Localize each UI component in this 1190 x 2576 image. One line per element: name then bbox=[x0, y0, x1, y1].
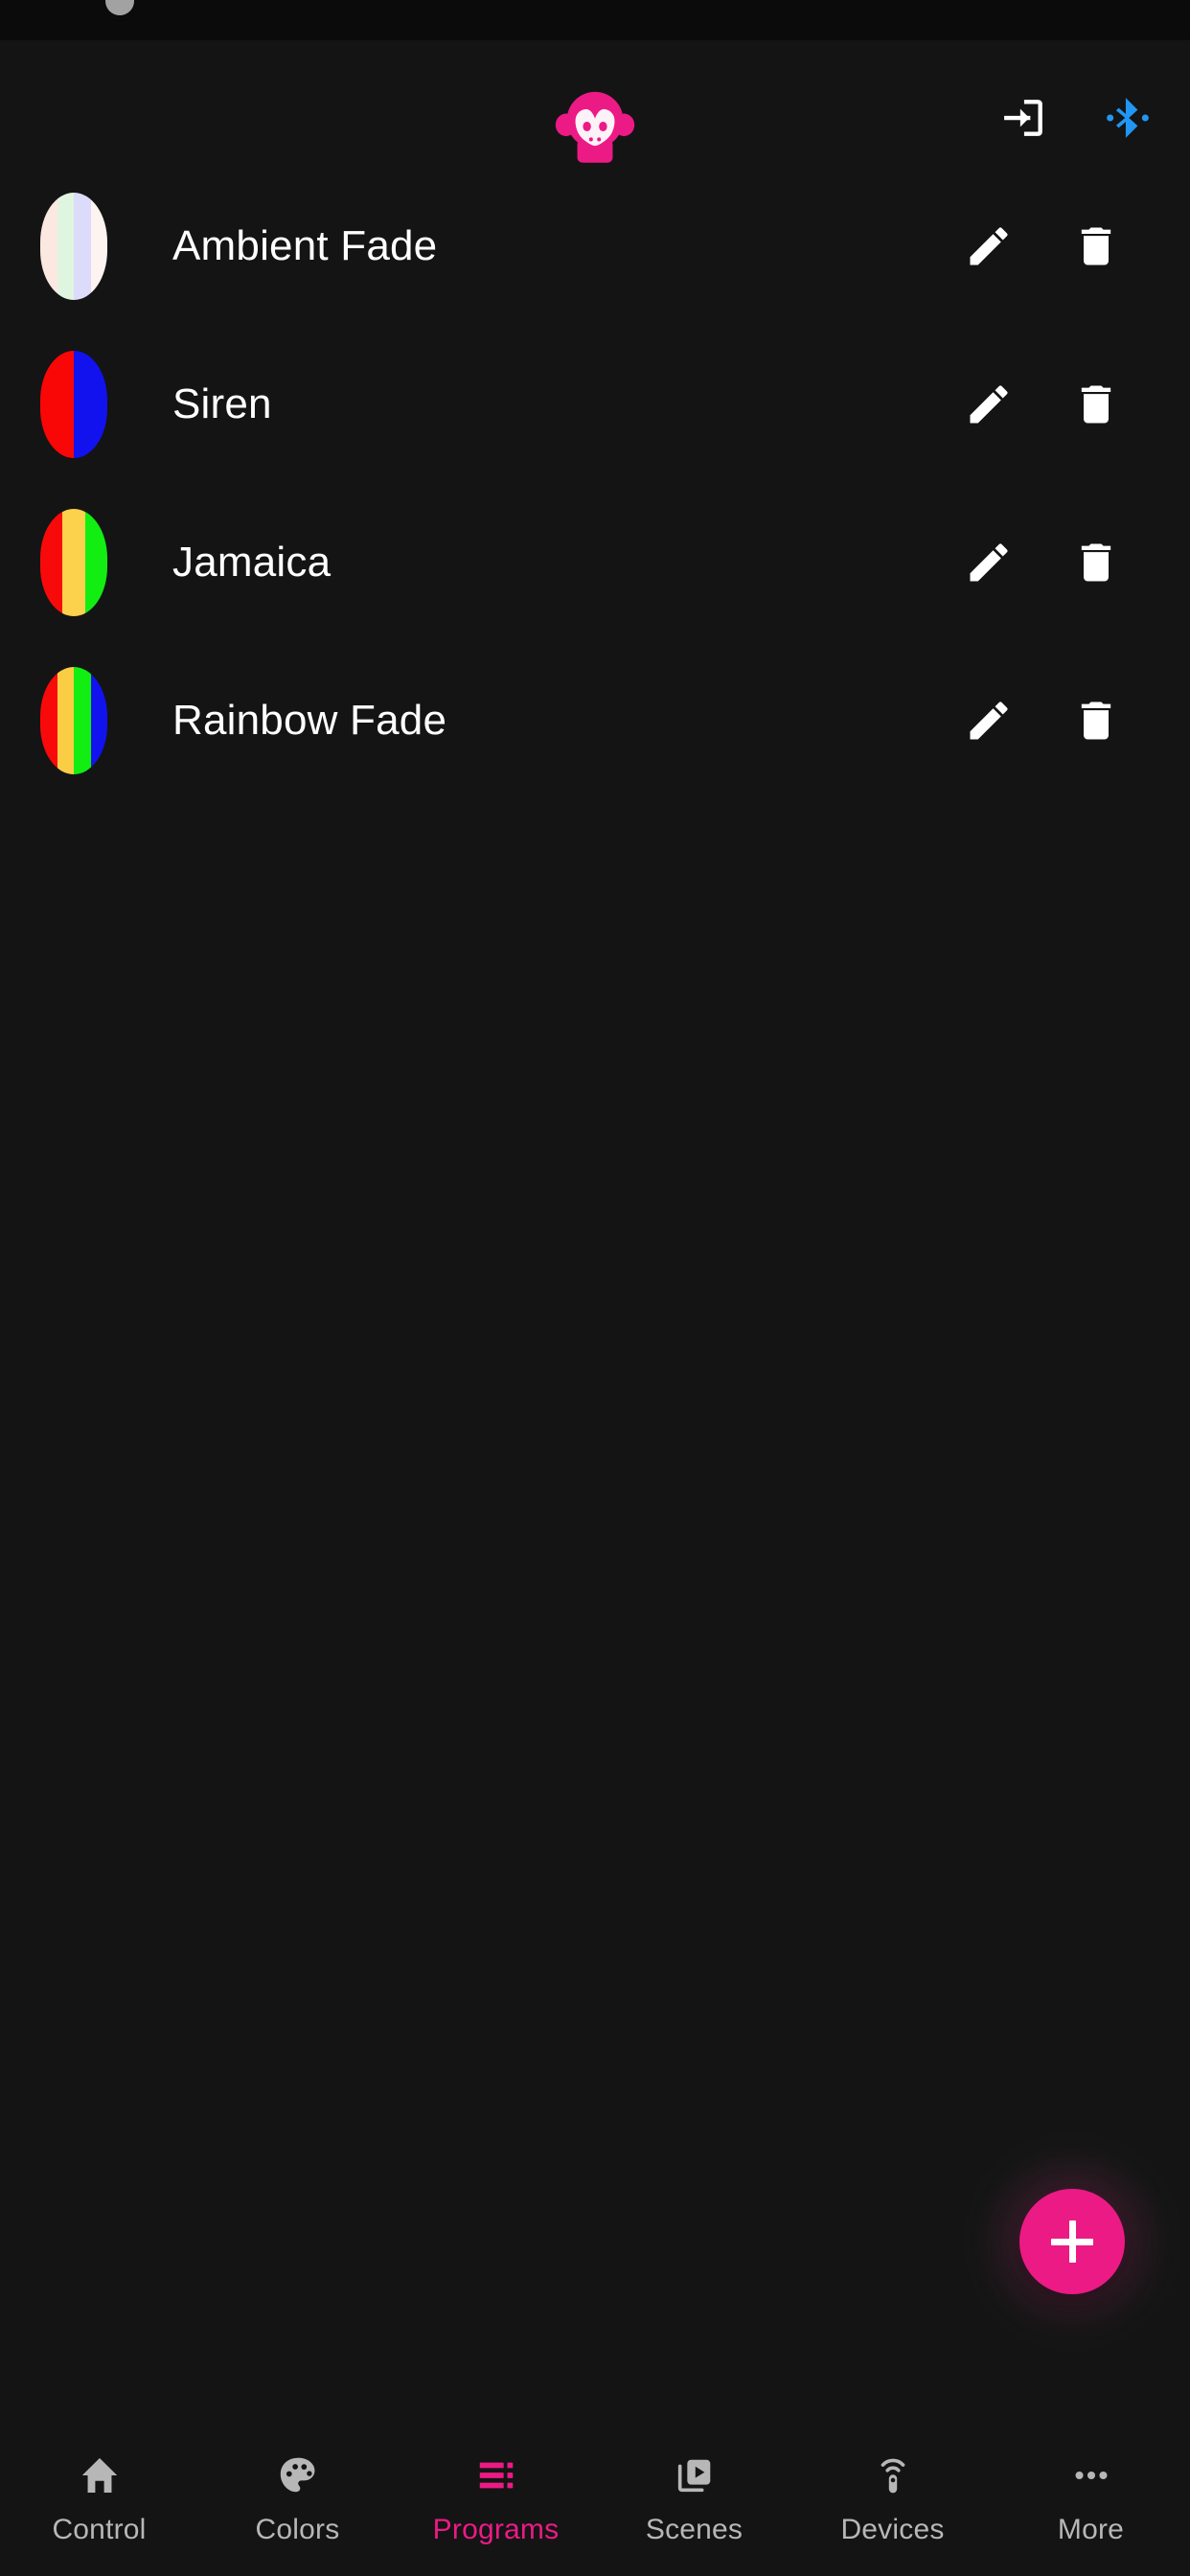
app-root: Ambient Fade Siren Jamaica Rainbow Fade … bbox=[0, 0, 1190, 2576]
nav-label: Control bbox=[52, 2514, 147, 2545]
nav-item-scenes[interactable]: Scenes bbox=[595, 2450, 793, 2546]
program-name: Siren bbox=[172, 380, 272, 427]
program-color-swatch bbox=[40, 508, 107, 616]
pencil-icon[interactable] bbox=[945, 677, 1033, 765]
swatch-stripe bbox=[62, 508, 85, 616]
nav-label: Programs bbox=[432, 2514, 560, 2545]
app-bar-actions bbox=[995, 88, 1157, 148]
trash-icon[interactable] bbox=[1052, 202, 1140, 290]
swatch-stripe bbox=[74, 666, 91, 774]
trash-icon[interactable] bbox=[1052, 677, 1140, 765]
swatch-stripe bbox=[40, 192, 57, 300]
nav-item-programs[interactable]: Programs bbox=[397, 2450, 595, 2546]
trash-icon[interactable] bbox=[1052, 360, 1140, 448]
swatch-stripe bbox=[84, 508, 107, 616]
program-color-swatch bbox=[40, 192, 107, 300]
swatch-stripe bbox=[90, 666, 107, 774]
program-name: Jamaica bbox=[172, 538, 332, 586]
swatch-stripe bbox=[40, 666, 57, 774]
swatch-stripe bbox=[90, 192, 107, 300]
add-program-fab[interactable] bbox=[1019, 2189, 1125, 2294]
nav-item-colors[interactable]: Colors bbox=[198, 2450, 397, 2546]
home-icon bbox=[78, 2450, 122, 2500]
camera-notch-icon bbox=[105, 0, 134, 15]
program-row[interactable]: Rainbow Fade bbox=[0, 641, 1190, 799]
program-name: Rainbow Fade bbox=[172, 696, 447, 744]
login-icon[interactable] bbox=[995, 88, 1054, 148]
program-row[interactable]: Siren bbox=[0, 325, 1190, 483]
pencil-icon[interactable] bbox=[945, 360, 1033, 448]
palette-icon bbox=[276, 2450, 320, 2500]
remote-icon bbox=[871, 2450, 915, 2500]
swatch-stripe bbox=[74, 350, 107, 458]
list-icon bbox=[474, 2450, 518, 2500]
nav-label: Devices bbox=[840, 2514, 945, 2545]
slideshow-icon bbox=[673, 2450, 717, 2500]
pencil-icon[interactable] bbox=[945, 518, 1033, 607]
nav-label: More bbox=[1057, 2514, 1125, 2545]
nav-item-more[interactable]: More bbox=[992, 2450, 1190, 2546]
program-row[interactable]: Ambient Fade bbox=[0, 167, 1190, 325]
trash-icon[interactable] bbox=[1052, 518, 1140, 607]
nav-label: Colors bbox=[255, 2514, 340, 2545]
bottom-navigation: Control Colors Programs Scenes Devices M… bbox=[0, 2430, 1190, 2576]
program-color-swatch bbox=[40, 666, 107, 774]
pencil-icon[interactable] bbox=[945, 202, 1033, 290]
nav-item-devices[interactable]: Devices bbox=[793, 2450, 992, 2546]
app-bar bbox=[0, 40, 1190, 163]
status-bar bbox=[0, 0, 1190, 40]
bluetooth-icon[interactable] bbox=[1098, 88, 1157, 148]
program-name: Ambient Fade bbox=[172, 221, 438, 269]
program-list: Ambient Fade Siren Jamaica Rainbow Fade bbox=[0, 153, 1190, 2430]
nav-item-control[interactable]: Control bbox=[0, 2450, 198, 2546]
plus-icon bbox=[1068, 2220, 1076, 2263]
swatch-stripe bbox=[57, 666, 74, 774]
swatch-stripe bbox=[57, 192, 74, 300]
swatch-stripe bbox=[40, 508, 63, 616]
swatch-stripe bbox=[74, 192, 91, 300]
program-row[interactable]: Jamaica bbox=[0, 483, 1190, 641]
program-color-swatch bbox=[40, 350, 107, 458]
swatch-stripe bbox=[40, 350, 74, 458]
nav-label: Scenes bbox=[645, 2514, 744, 2545]
more-horizontal-icon bbox=[1069, 2450, 1113, 2500]
